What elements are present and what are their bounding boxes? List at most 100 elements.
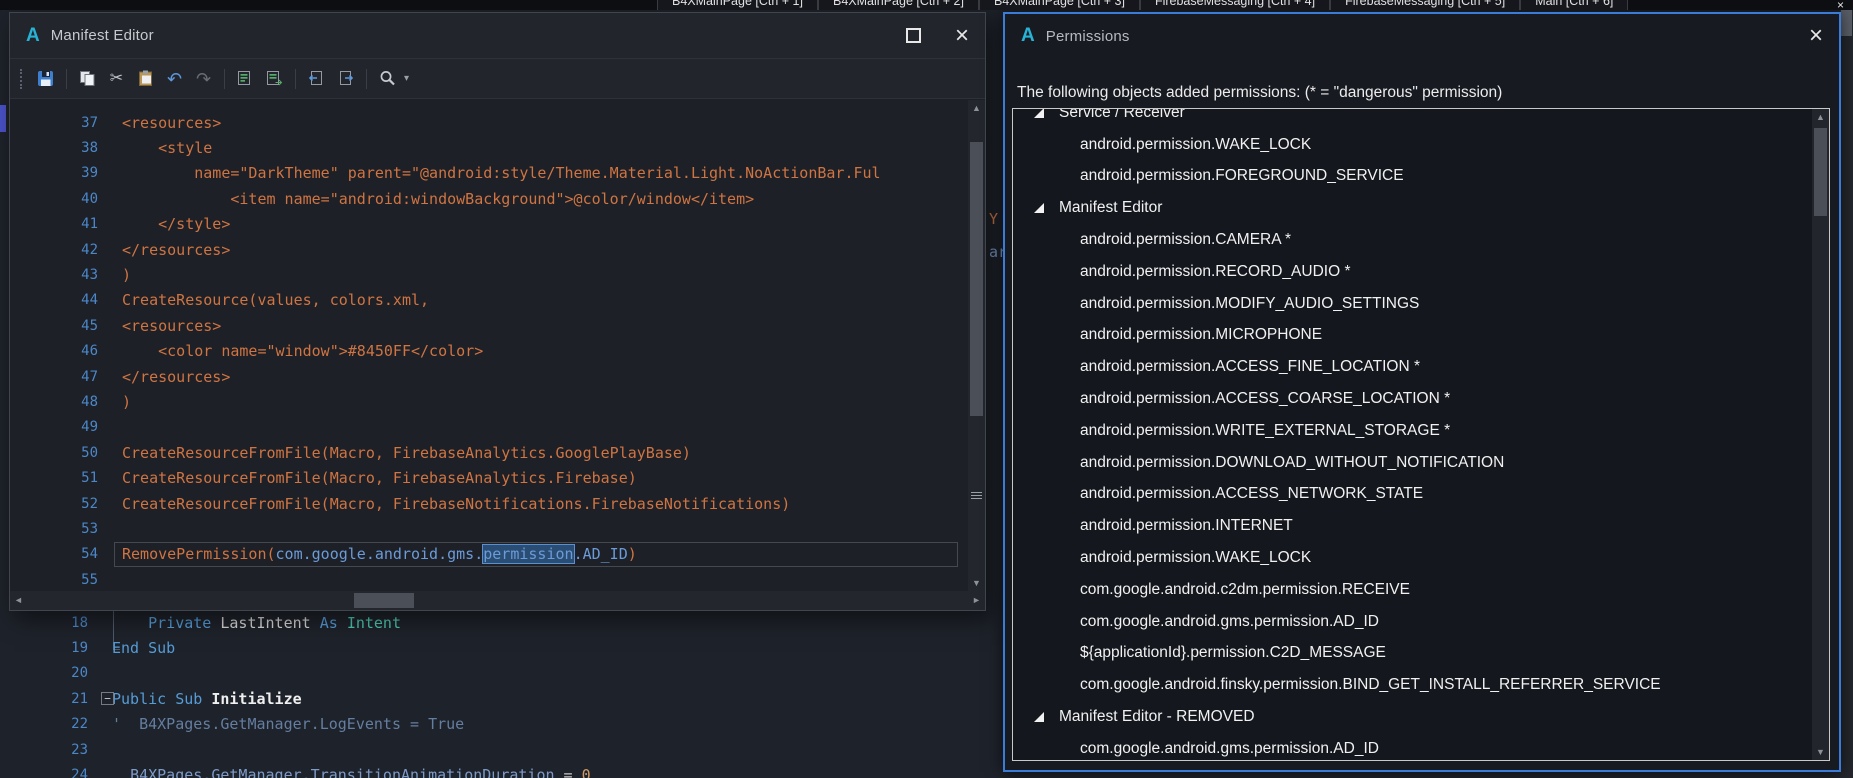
outdent-icon[interactable] <box>261 66 288 92</box>
background-code-line[interactable]: 22' B4XPages.GetManager.LogEvents = True <box>0 712 1010 737</box>
scrollbar-thumb[interactable] <box>1814 128 1827 216</box>
scroll-left-arrow-icon[interactable]: ◄ <box>10 591 27 610</box>
permission-row[interactable]: android.permission.ACCESS_COARSE_LOCATIO… <box>1013 383 1812 415</box>
move-left-icon[interactable] <box>303 66 330 92</box>
manifest-code-line[interactable]: 49 <box>10 415 968 440</box>
toolbar-grip[interactable] <box>20 69 23 89</box>
permission-row[interactable]: com.google.android.c2dm.permission.RECEI… <box>1013 574 1812 606</box>
manifest-code-line[interactable]: 48) <box>10 389 968 414</box>
line-number: 53 <box>10 521 104 537</box>
expanded-arrow-icon[interactable] <box>1034 712 1044 722</box>
permission-row[interactable]: android.permission.WAKE_LOCK <box>1013 542 1812 574</box>
editor-tab[interactable]: FirebaseMessaging [Ctrl + 4] <box>1140 0 1330 10</box>
permission-row[interactable]: android.permission.ACCESS_NETWORK_STATE <box>1013 479 1812 511</box>
permission-row[interactable]: android.permission.RECORD_AUDIO * <box>1013 256 1812 288</box>
background-code-line[interactable]: 24 B4XPages.GetManager.TransitionAnimati… <box>0 762 1010 778</box>
scroll-right-arrow-icon[interactable]: ► <box>968 591 985 610</box>
editor-tab[interactable]: B4XMainPage [Ctrl + 1] <box>657 0 818 10</box>
manifest-code-line[interactable]: 51CreateResourceFromFile(Macro, Firebase… <box>10 465 968 490</box>
permission-row[interactable]: android.permission.MICROPHONE <box>1013 320 1812 352</box>
scroll-up-arrow-icon[interactable]: ▲ <box>1812 109 1829 125</box>
editor-tab[interactable]: B4XMainPage [Ctrl + 2] <box>818 0 979 10</box>
editor-horizontal-scrollbar[interactable]: ◄ ► <box>10 591 985 610</box>
code-text: Private LastIntent As Intent <box>94 614 401 632</box>
permission-row[interactable]: com.google.android.finsky.permission.BIN… <box>1013 669 1812 701</box>
permission-group-row[interactable]: Manifest Editor <box>1013 192 1812 224</box>
manifest-code-line[interactable]: 42</resources> <box>10 237 968 262</box>
permission-row[interactable]: android.permission.FOREGROUND_SERVICE <box>1013 161 1812 193</box>
permission-label: Service / Receiver <box>1059 108 1185 122</box>
permission-row[interactable]: android.permission.INTERNET <box>1013 510 1812 542</box>
ide-vertical-scrollbar[interactable] <box>1840 0 1853 778</box>
manifest-code-line[interactable]: 37<resources> <box>10 110 968 135</box>
manifest-code-line[interactable]: 54RemovePermission(com.google.android.gm… <box>10 542 968 567</box>
permission-group-row[interactable]: Manifest Editor - REMOVED <box>1013 701 1812 733</box>
editor-tab[interactable]: B4XMainPage [Ctrl + 3] <box>979 0 1140 10</box>
background-code-lines: 18 Private LastIntent As Intent19End Sub… <box>0 610 1010 778</box>
scrollbar-thumb[interactable] <box>970 142 983 416</box>
line-number: 45 <box>10 318 104 334</box>
paste-icon[interactable] <box>132 66 159 92</box>
manifest-code-line[interactable]: 50CreateResourceFromFile(Macro, Firebase… <box>10 440 968 465</box>
permission-row[interactable]: android.permission.ACCESS_FINE_LOCATION … <box>1013 351 1812 383</box>
manifest-code-line[interactable]: 46 <color name="window">#8450FF</color> <box>10 339 968 364</box>
line-number: 51 <box>10 470 104 486</box>
search-dropdown-arrow-icon[interactable]: ▾ <box>404 73 409 84</box>
permission-row[interactable]: android.permission.DOWNLOAD_WITHOUT_NOTI… <box>1013 447 1812 479</box>
save-icon[interactable] <box>32 66 59 92</box>
maximize-button[interactable] <box>906 28 921 43</box>
code-collapse-icon[interactable]: − <box>101 692 114 705</box>
permission-row[interactable]: android.permission.MODIFY_AUDIO_SETTINGS <box>1013 288 1812 320</box>
manifest-code-line[interactable]: 40 <item name="android:windowBackground"… <box>10 186 968 211</box>
permission-row[interactable]: android.permission.WAKE_LOCK <box>1013 129 1812 161</box>
permission-row[interactable]: com.google.android.gms.permission.AD_ID <box>1013 733 1812 761</box>
permission-row[interactable]: android.permission.CAMERA * <box>1013 224 1812 256</box>
background-code-line[interactable]: 21Public Sub Initialize− <box>0 686 1010 711</box>
move-right-icon[interactable] <box>332 66 359 92</box>
docked-panel-tab[interactable] <box>0 105 6 132</box>
manifest-code-line[interactable]: 55 <box>10 567 968 591</box>
line-number: 43 <box>10 267 104 283</box>
background-code-line[interactable]: 19End Sub <box>0 635 1010 660</box>
undo-icon[interactable]: ↶ <box>161 66 188 92</box>
manifest-code-line[interactable]: 45<resources> <box>10 313 968 338</box>
expanded-arrow-icon[interactable] <box>1034 203 1044 213</box>
redo-icon[interactable]: ↷ <box>190 66 217 92</box>
editor-tab[interactable]: Main [Ctrl + 6] <box>1520 0 1628 10</box>
permission-row[interactable]: com.google.android.gms.permission.AD_ID <box>1013 606 1812 638</box>
close-button[interactable]: × <box>955 26 969 46</box>
editor-tab-label: B4XMainPage [Ctrl + 1] <box>672 0 803 8</box>
scroll-down-arrow-icon[interactable]: ▼ <box>1812 744 1829 760</box>
manifest-titlebar: A Manifest Editor × <box>10 13 985 59</box>
scroll-down-arrow-icon[interactable]: ▼ <box>968 575 985 591</box>
permission-row[interactable]: android.permission.WRITE_EXTERNAL_STORAG… <box>1013 415 1812 447</box>
close-button[interactable]: × <box>1809 26 1823 46</box>
permissions-scrollbar[interactable]: ▲ ▼ <box>1812 109 1829 760</box>
manifest-code-line[interactable]: 39 name="DarkTheme" parent="@android:sty… <box>10 161 968 186</box>
cut-icon[interactable]: ✂ <box>103 66 130 92</box>
manifest-code-line[interactable]: 47</resources> <box>10 364 968 389</box>
editor-vertical-scrollbar[interactable]: ▲ ▼ <box>968 100 985 591</box>
tab-close-icon[interactable]: × <box>1837 0 1844 10</box>
expanded-arrow-icon[interactable] <box>1034 108 1044 118</box>
scrollbar-thumb[interactable] <box>354 593 414 608</box>
manifest-code-line[interactable]: 41 </style> <box>10 212 968 237</box>
permission-row[interactable]: ${applicationId}.permission.C2D_MESSAGE <box>1013 638 1812 670</box>
manifest-code-line[interactable]: 38 <style <box>10 135 968 160</box>
manifest-code-line[interactable]: 44CreateResource(values, colors.xml, <box>10 288 968 313</box>
search-icon[interactable] <box>374 66 401 92</box>
manifest-code-line[interactable]: 52CreateResourceFromFile(Macro, Firebase… <box>10 491 968 516</box>
copy-icon[interactable] <box>74 66 101 92</box>
scroll-up-arrow-icon[interactable]: ▲ <box>968 100 985 116</box>
background-code-line[interactable]: 20 <box>0 661 1010 686</box>
indent-icon[interactable] <box>232 66 259 92</box>
permissions-panel: Service / Receiver android.permission.WAK… <box>1012 108 1830 761</box>
editor-tab[interactable]: FirebaseMessaging [Ctrl + 5] <box>1330 0 1520 10</box>
permission-group-row[interactable]: Service / Receiver <box>1013 108 1812 129</box>
background-code-line[interactable]: 18 Private LastIntent As Intent <box>0 610 1010 635</box>
manifest-code-editor[interactable]: 37<resources>38 <style39 name="DarkTheme… <box>10 100 985 591</box>
line-number: 42 <box>10 242 104 258</box>
background-code-line[interactable]: 23 <box>0 737 1010 762</box>
manifest-code-line[interactable]: 43) <box>10 262 968 287</box>
manifest-code-line[interactable]: 53 <box>10 516 968 541</box>
